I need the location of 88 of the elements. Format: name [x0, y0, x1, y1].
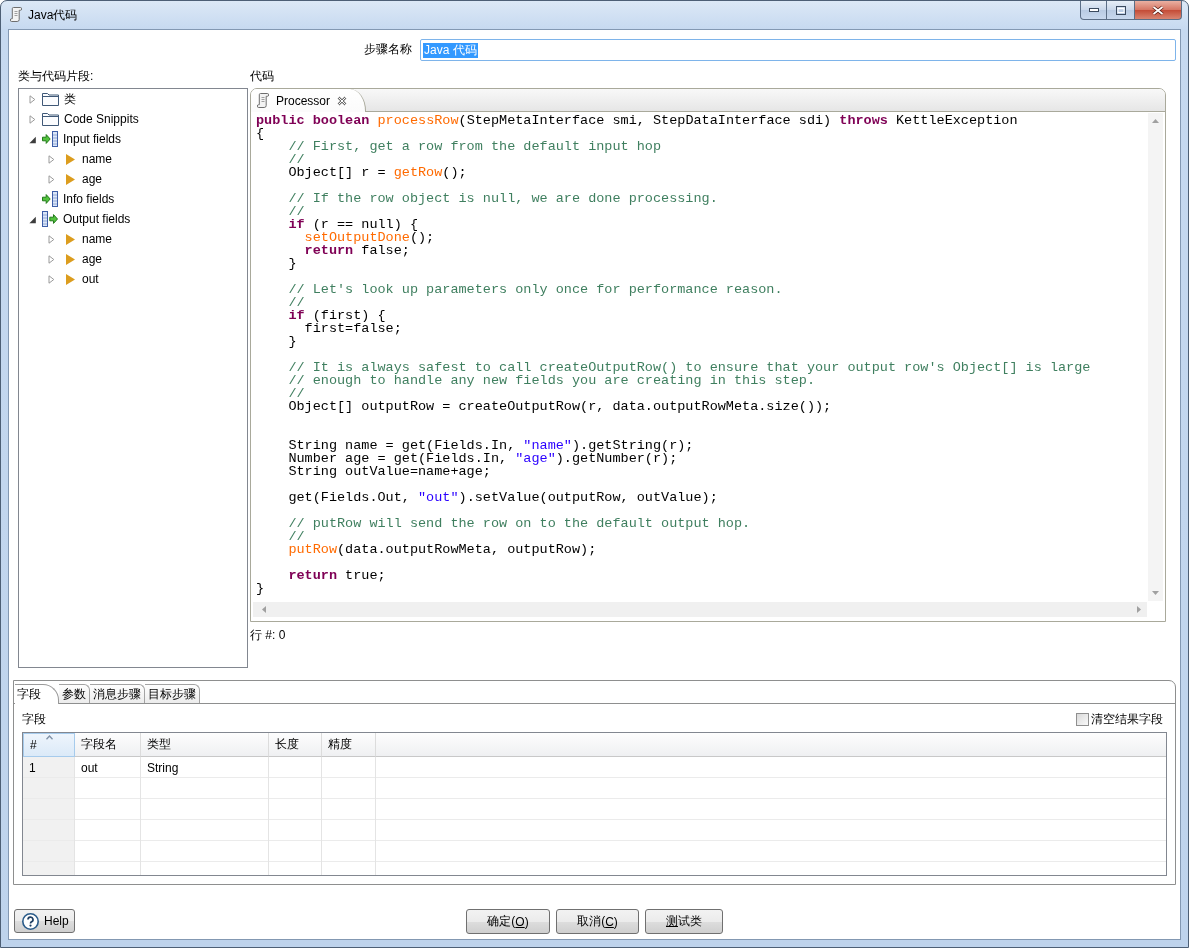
minimize-button[interactable] [1080, 1, 1107, 20]
code-line: setOutputDone(); [304, 230, 435, 245]
tree-item[interactable]: name [48, 229, 113, 249]
section-label: 字段 [22, 712, 46, 726]
close-icon[interactable] [337, 95, 348, 106]
code-line: } [256, 581, 265, 596]
editor-tab[interactable]: Processor [251, 89, 367, 112]
table-cell: 1 [29, 760, 36, 775]
code-line: if (r == null) { [288, 217, 418, 232]
maximize-button[interactable] [1107, 1, 1135, 20]
tab[interactable]: 消息步骤 [90, 684, 145, 703]
code-line: return true; [288, 568, 386, 583]
section-label: 代码 [250, 69, 274, 83]
triangle-icon [66, 153, 75, 165]
tree-item[interactable]: Output fields [29, 209, 131, 229]
code-line: first=false; [304, 321, 402, 336]
column-arrow-out-icon [42, 211, 58, 227]
code-line: // [288, 204, 305, 219]
dialog-button[interactable]: 取消(C) [556, 909, 639, 934]
help-icon [22, 912, 39, 930]
tab[interactable]: 字段 [15, 684, 59, 704]
tree-item[interactable]: Info fields [29, 189, 115, 209]
horizontal-scrollbar[interactable] [253, 602, 1147, 617]
dialog-button[interactable]: 确定(O) [466, 909, 550, 934]
window-title: Java代码 [28, 8, 78, 22]
tree-item[interactable]: age [48, 249, 103, 269]
triangle-icon [66, 273, 75, 285]
code-line: // First, get a row from the default input hop [288, 139, 662, 154]
scroll-icon [10, 7, 22, 22]
tree-item[interactable]: age [48, 169, 103, 189]
tab[interactable]: 参数 [59, 684, 90, 703]
code-line: String name = get(Fields.In, "name").getString(r); [288, 438, 694, 453]
code-line: get(Fields.Out, "out").setValue(outputRow, outValue); [288, 490, 718, 505]
checkbox[interactable] [1076, 712, 1089, 726]
code-line: // If the row object is null, we are done processing. [288, 191, 718, 206]
code-line: // [288, 529, 305, 544]
code-line: Object[] r = getRow(); [288, 165, 467, 180]
expander-icon[interactable] [29, 134, 36, 144]
section-label: 类与代码片段: [18, 69, 94, 83]
code-line: if (first) { [288, 308, 386, 323]
checkbox-label: 清空结果字段 [1091, 712, 1163, 726]
code-line: { [256, 126, 265, 141]
arrow-into-column-icon [42, 191, 58, 207]
triangle-icon [66, 253, 75, 265]
code-line: // [288, 295, 305, 310]
line-number-status: 行 #: 0 [250, 628, 286, 642]
code-line: // enough to handle any new fields you are creating in this step. [288, 373, 815, 388]
tree-item[interactable]: name [48, 149, 113, 169]
code-line: // [288, 152, 305, 167]
code-line: // It is always safest to call createOutputRow() to ensure that your output row's Object[] is large [288, 360, 1091, 375]
code-line: putRow(data.outputRowMeta, outputRow); [288, 542, 597, 557]
help-button[interactable]: Help [14, 909, 75, 933]
folder-icon [42, 112, 59, 126]
scroll-left-arrow-icon[interactable] [262, 606, 266, 613]
table-cell: String [147, 760, 179, 775]
code-line: return false; [304, 243, 410, 258]
scroll-down-arrow-icon[interactable] [1152, 591, 1159, 595]
tree-item[interactable]: 类 [29, 89, 76, 109]
code-line: // [288, 386, 305, 401]
tree-item[interactable]: Code Snippits [29, 109, 139, 129]
code-line: // putRow will send the row on to the default output hop. [288, 516, 751, 531]
maximize-icon [1115, 5, 1126, 15]
code-line: public boolean processRow(StepMetaInterface smi, StepDataInterface sdi) throws KettleException [256, 113, 1018, 128]
minimize-icon [1088, 8, 1099, 12]
tree-item[interactable]: out [48, 269, 99, 289]
column-header[interactable]: # [23, 733, 75, 757]
step-name-label: 步骤名称 [364, 42, 412, 56]
code-line: Number age = get(Fields.In, "age").getNumber(r); [288, 451, 678, 466]
tab[interactable]: 目标步骤 [145, 684, 200, 703]
table-cell: out [81, 760, 98, 775]
dialog-button[interactable]: 测试类 [645, 909, 723, 934]
expander-icon[interactable] [29, 214, 36, 224]
scroll-icon [257, 93, 269, 108]
vertical-scrollbar[interactable] [1148, 113, 1163, 601]
close-icon [1151, 4, 1165, 16]
triangle-icon [66, 173, 75, 185]
scroll-right-arrow-icon[interactable] [1137, 606, 1141, 613]
folder-icon [42, 92, 59, 106]
code-line: Object[] outputRow = createOutputRow(r, data.outputRowMeta.size()); [288, 399, 832, 414]
close-button[interactable] [1135, 1, 1182, 20]
code-line: // Let's look up parameters only once for performance reason. [288, 282, 783, 297]
triangle-icon [66, 233, 75, 245]
code-line: } [288, 256, 297, 271]
arrow-into-column-icon [42, 131, 58, 147]
code-line: String outValue=name+age; [288, 464, 491, 479]
scroll-up-arrow-icon[interactable] [1152, 119, 1159, 123]
code-line: } [288, 334, 297, 349]
tree-item[interactable]: Input fields [29, 129, 122, 149]
